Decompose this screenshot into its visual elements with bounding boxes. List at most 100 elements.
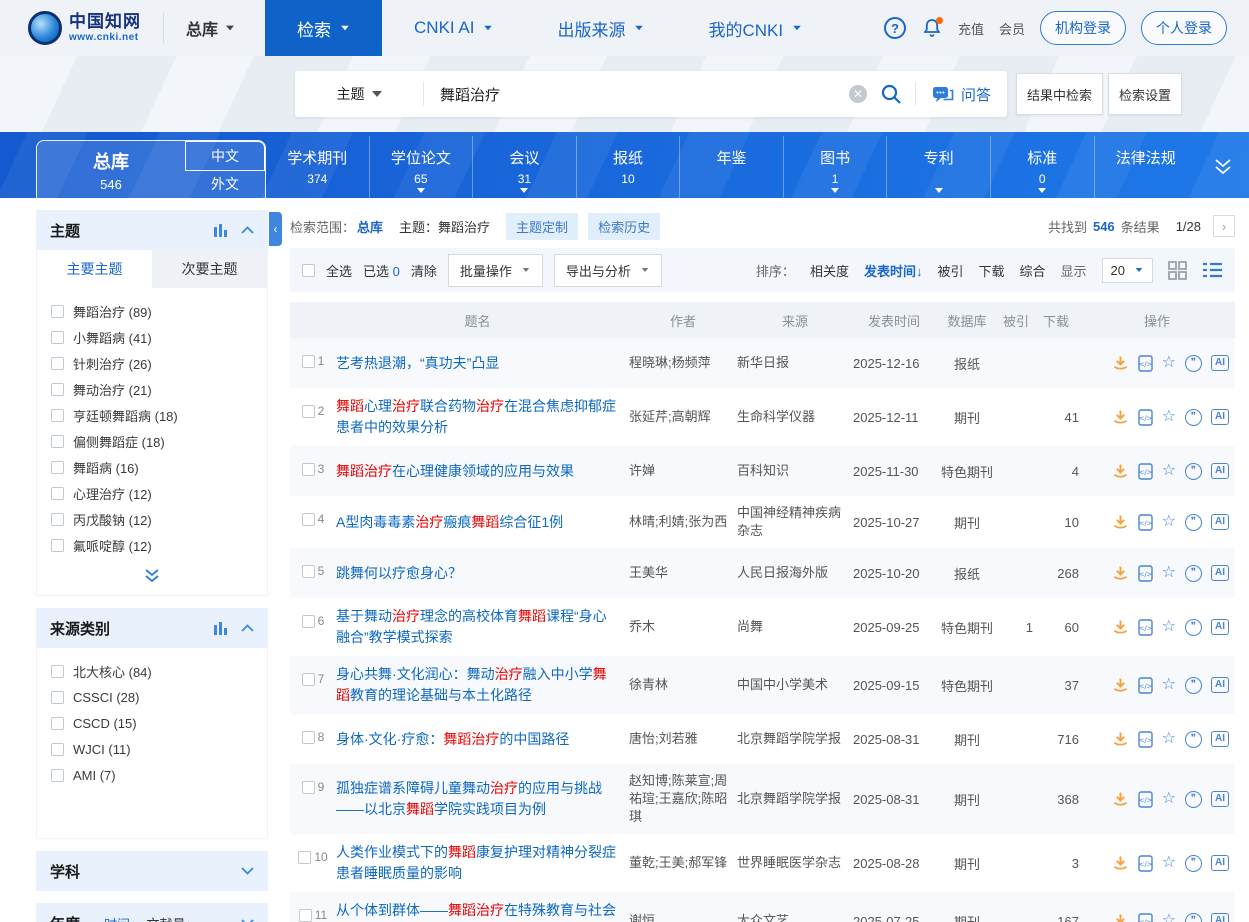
read-online-icon[interactable]: </> xyxy=(1138,565,1153,582)
download-icon[interactable] xyxy=(1112,463,1129,480)
topnav-item[interactable]: CNKI AI xyxy=(382,0,525,56)
ai-icon[interactable]: AI xyxy=(1211,791,1229,807)
facet-checkbox-item[interactable]: WJCI (11) xyxy=(51,736,253,762)
recharge-link[interactable]: 充值 xyxy=(958,19,984,38)
result-title-link[interactable]: 基于舞动治疗理念的高校体育舞蹈课程“身心融合”教学模式探索 xyxy=(336,608,607,645)
search-input[interactable] xyxy=(424,86,849,103)
ai-icon[interactable]: AI xyxy=(1211,855,1229,871)
favorite-icon[interactable]: ☆ xyxy=(1162,619,1176,635)
facet-checkbox-item[interactable]: 舞蹈治疗 (89) xyxy=(51,298,253,324)
sort-option[interactable]: 发表时间↓ xyxy=(864,261,923,280)
cite-icon[interactable]: ❞ xyxy=(1185,355,1202,372)
facet-checkbox[interactable] xyxy=(51,769,64,782)
cite-icon[interactable]: ❞ xyxy=(1185,619,1202,636)
collapse-sidebar-icon[interactable]: ‹ xyxy=(269,212,282,246)
result-authors[interactable]: 徐青林 xyxy=(629,676,737,694)
org-login-button[interactable]: 机构登录 xyxy=(1040,11,1126,45)
favorite-icon[interactable]: ☆ xyxy=(1162,913,1176,922)
ai-icon[interactable]: AI xyxy=(1211,565,1229,581)
facet-checkbox-item[interactable]: 偏侧舞蹈症 (18) xyxy=(51,428,253,454)
result-title-link[interactable]: A型肉毒毒素治疗瘢痕舞蹈综合征1例 xyxy=(336,514,563,530)
read-online-icon[interactable]: </> xyxy=(1138,409,1153,426)
result-source[interactable]: 世界睡眠医学杂志 xyxy=(737,854,853,872)
result-authors[interactable]: 董乾;王美;郝军锋 xyxy=(629,854,737,872)
row-checkbox[interactable] xyxy=(302,405,315,418)
search-icon[interactable] xyxy=(879,82,903,106)
favorite-icon[interactable]: ☆ xyxy=(1162,409,1176,425)
topnav-item[interactable]: 检索 xyxy=(265,0,382,56)
favorite-icon[interactable]: ☆ xyxy=(1162,791,1176,807)
facet-checkbox-item[interactable]: 氟哌啶醇 (12) xyxy=(51,532,253,558)
sort-option[interactable]: 相关度 xyxy=(810,261,849,280)
result-title-link[interactable]: 人类作业模式下的舞蹈康复护理对精神分裂症患者睡眠质量的影响 xyxy=(336,844,616,881)
read-online-icon[interactable]: </> xyxy=(1138,514,1153,531)
ai-icon[interactable]: AI xyxy=(1211,731,1229,747)
favorite-icon[interactable]: ☆ xyxy=(1162,731,1176,747)
result-authors[interactable]: 赵知博;陈莱宣;周祐瑄;王嘉欣;陈昭琪 xyxy=(629,772,737,826)
year-sort-count[interactable]: 文献量↓ xyxy=(147,914,193,922)
row-checkbox[interactable] xyxy=(302,781,315,794)
facet-checkbox-item[interactable]: 针刺治疗 (26) xyxy=(51,350,253,376)
download-icon[interactable] xyxy=(1112,619,1129,636)
database-tab[interactable]: 标准0 xyxy=(990,136,1094,198)
sort-option[interactable]: 被引 xyxy=(937,261,963,280)
row-checkbox[interactable] xyxy=(299,909,312,922)
result-authors[interactable]: 张延芹;高朝辉 xyxy=(629,408,737,426)
read-online-icon[interactable]: </> xyxy=(1138,677,1153,694)
chevron-down-icon[interactable] xyxy=(241,867,254,875)
database-tab[interactable]: 学术期刊374 xyxy=(266,136,369,198)
facet-checkbox-item[interactable]: AMI (7) xyxy=(51,762,253,788)
search-history-button[interactable]: 检索历史 xyxy=(588,213,660,240)
stats-bars-icon[interactable] xyxy=(214,622,229,635)
download-icon[interactable] xyxy=(1112,409,1129,426)
result-source[interactable]: 新华日报 xyxy=(737,354,853,372)
facet-checkbox-item[interactable]: 心理治疗 (12) xyxy=(51,480,253,506)
download-icon[interactable] xyxy=(1112,855,1129,872)
search-in-results-button[interactable]: 结果中检索 xyxy=(1016,73,1103,115)
read-online-icon[interactable]: </> xyxy=(1138,355,1153,372)
sort-option[interactable]: 综合 xyxy=(1020,261,1046,280)
row-checkbox[interactable] xyxy=(302,513,315,526)
stats-bars-icon[interactable] xyxy=(214,224,229,237)
download-icon[interactable] xyxy=(1112,514,1129,531)
foreign-tab[interactable]: 外文 xyxy=(185,171,265,199)
database-tab[interactable]: 学位论文65 xyxy=(369,136,473,198)
row-checkbox[interactable] xyxy=(302,731,315,744)
favorite-icon[interactable]: ☆ xyxy=(1162,514,1176,530)
result-title-link[interactable]: 舞蹈治疗在心理健康领域的应用与效果 xyxy=(336,463,574,479)
facet-checkbox[interactable] xyxy=(51,305,64,318)
cite-icon[interactable]: ❞ xyxy=(1185,731,1202,748)
result-authors[interactable]: 乔木 xyxy=(629,618,737,636)
read-online-icon[interactable]: </> xyxy=(1138,619,1153,636)
result-source[interactable]: 生命科学仪器 xyxy=(737,408,853,426)
cite-icon[interactable]: ❞ xyxy=(1185,913,1202,922)
grid-view-icon[interactable] xyxy=(1168,261,1187,280)
ai-icon[interactable]: AI xyxy=(1211,677,1229,693)
row-checkbox[interactable] xyxy=(302,463,315,476)
result-source[interactable]: 人民日报海外版 xyxy=(737,564,853,582)
tab-secondary-topic[interactable]: 次要主题 xyxy=(152,250,267,288)
result-title-link[interactable]: 跳舞何以疗愈身心？ xyxy=(336,565,462,581)
result-source[interactable]: 中国中小学美术 xyxy=(737,676,853,694)
chinese-tab[interactable]: 中文 xyxy=(185,141,265,171)
select-all-label[interactable]: 全选 xyxy=(326,261,352,280)
cite-icon[interactable]: ❞ xyxy=(1185,677,1202,694)
result-authors[interactable]: 谢恒 xyxy=(629,912,737,922)
bell-icon[interactable] xyxy=(921,17,943,39)
read-online-icon[interactable]: </> xyxy=(1138,855,1153,872)
read-online-icon[interactable]: </> xyxy=(1138,791,1153,808)
result-title-link[interactable]: 舞蹈心理治疗联合药物治疗在混合焦虑抑郁症患者中的效果分析 xyxy=(336,398,616,435)
cite-icon[interactable]: ❞ xyxy=(1185,791,1202,808)
facet-checkbox[interactable] xyxy=(51,331,64,344)
row-checkbox[interactable] xyxy=(302,355,315,368)
expand-more-icon[interactable] xyxy=(37,560,267,595)
favorite-icon[interactable]: ☆ xyxy=(1162,565,1176,581)
facet-checkbox-item[interactable]: 丙戊酸钠 (12) xyxy=(51,506,253,532)
year-sort-time[interactable]: 时间↓ xyxy=(104,914,137,922)
download-icon[interactable] xyxy=(1112,731,1129,748)
facet-checkbox-item[interactable]: 小舞蹈病 (41) xyxy=(51,324,253,350)
facet-checkbox-item[interactable]: CSCD (15) xyxy=(51,710,253,736)
facet-checkbox[interactable] xyxy=(51,539,64,552)
download-icon[interactable] xyxy=(1112,565,1129,582)
result-source[interactable]: 中国神经精神疾病杂志 xyxy=(737,504,853,540)
